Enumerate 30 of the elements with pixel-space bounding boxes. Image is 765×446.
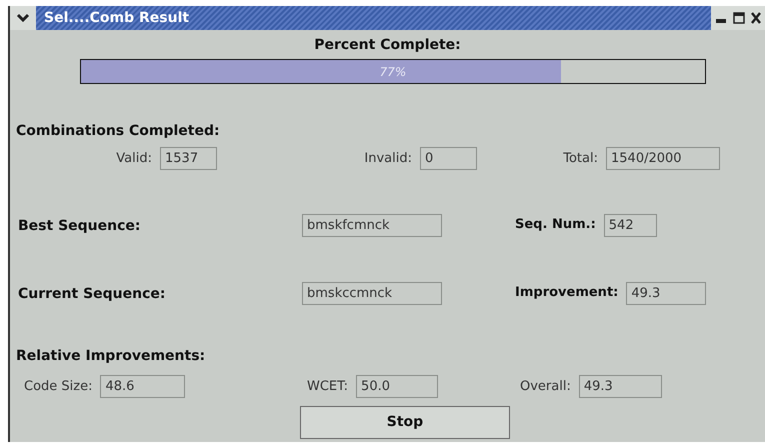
text-field[interactable]: 1537 [160,147,217,170]
field-label: Invalid: [364,150,412,168]
progress-text: 77% [380,64,406,81]
field-label: Total: [563,150,598,168]
close-icon[interactable] [751,12,761,24]
text-field[interactable]: 1540/2000 [606,147,720,170]
progress-label: Percent Complete: [314,36,461,55]
section-label: Best Sequence: [18,218,140,234]
section-heading: Combinations Completed: [16,123,220,139]
text-field[interactable]: 0 [420,147,477,170]
field-label: WCET: [307,378,348,396]
chevron-down-icon [16,13,30,23]
section-label: Current Sequence: [18,286,166,302]
field-label: Seq. Num.: [515,216,596,234]
stop-button[interactable]: Stop [300,406,510,439]
field-label: Improvement: [515,284,618,302]
text-field[interactable]: 50.0 [356,375,438,398]
section-heading: Relative Improvements: [16,348,206,364]
field-label: Code Size: [24,378,92,396]
maximize-icon[interactable] [733,12,745,24]
menu-button[interactable] [10,6,36,30]
window-title: Sel....Comb Result [44,8,190,28]
text-field[interactable]: 542 [604,214,657,236]
text-field[interactable]: 49.3 [578,375,662,398]
text-field[interactable]: 49.3 [626,282,706,304]
field-label: Valid: [116,150,152,168]
field-label: Overall: [520,378,571,396]
text-field[interactable]: bmskfcmnck [302,214,442,236]
text-field[interactable]: bmskccmnck [302,282,442,304]
text-field[interactable]: 48.6 [100,375,186,398]
